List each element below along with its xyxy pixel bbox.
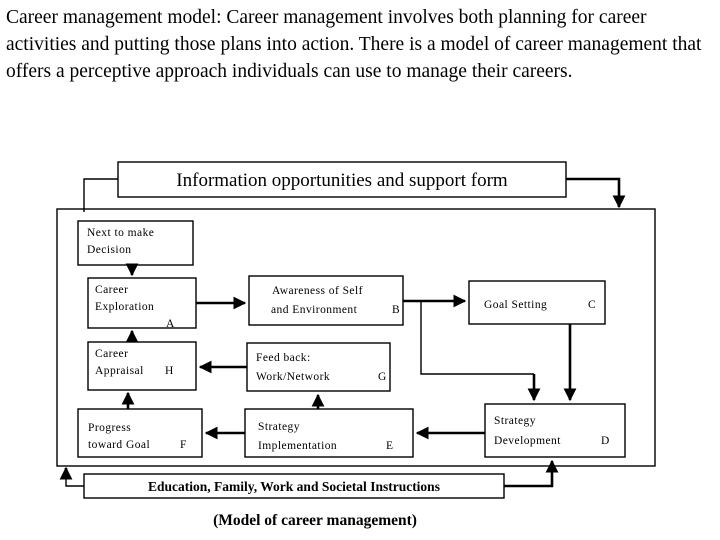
node-progress-tag: F <box>180 439 187 451</box>
node-strategy-dev-tag: D <box>601 435 610 447</box>
connector-header-left <box>83 178 118 212</box>
diagram-caption: (Model of career management) <box>213 512 417 529</box>
node-progress-toward-goal: Progress toward Goal F <box>77 408 203 458</box>
node-appraisal-line1: Career <box>95 348 128 360</box>
node-feedback-line1: Feed back: <box>256 352 311 364</box>
header-box: Information opportunities and support fo… <box>117 161 567 198</box>
page-root: Career management model: Career manageme… <box>0 0 720 540</box>
node-exploration-tag: A <box>166 318 175 330</box>
node-awareness-of-self: Awareness of Self and Environment B <box>248 275 404 326</box>
node-strategy-dev-line1: Strategy <box>494 415 536 427</box>
node-feedback: Feed back: Work/Network G <box>246 342 391 392</box>
footer-bar: Education, Family, Work and Societal Ins… <box>83 473 505 499</box>
node-strategy-impl-tag: E <box>386 440 393 452</box>
connector-footer-left-path <box>65 472 84 487</box>
node-feedback-tag: G <box>378 371 387 383</box>
node-strategy-impl-line1: Strategy <box>258 421 300 433</box>
node-exploration-line2: Exploration <box>95 301 154 313</box>
node-next-line1: Next to make <box>87 227 154 239</box>
node-progress-line1: Progress <box>88 422 131 434</box>
node-goal-setting-line1: Goal Setting <box>484 299 547 311</box>
node-strategy-impl-line2: Implementation <box>258 440 337 452</box>
node-strategy-dev-rect <box>484 403 626 458</box>
node-progress-line2: toward Goal <box>88 439 150 451</box>
node-awareness-tag: B <box>392 304 400 316</box>
node-goal-setting: Goal Setting C <box>468 280 606 325</box>
node-exploration-line1: Career <box>95 284 128 296</box>
node-appraisal-line2: Appraisal <box>95 365 144 377</box>
node-career-appraisal: Career Appraisal H <box>87 341 197 391</box>
node-strategy-implementation: Strategy Implementation E <box>244 408 414 458</box>
node-awareness-line1: Awareness of Self <box>272 285 363 297</box>
node-appraisal-tag: H <box>165 365 174 377</box>
header-box-label: Information opportunities and support fo… <box>176 170 508 191</box>
connector-footer-right-to-strategydev <box>504 459 559 488</box>
node-awareness-rect <box>248 275 404 326</box>
career-management-diagram: Information opportunities and support fo… <box>56 161 656 529</box>
node-feedback-rect <box>246 342 391 392</box>
node-awareness-line2: and Environment <box>271 304 358 316</box>
node-next-to-make-decision: Next to make Decision <box>77 220 194 266</box>
node-strategy-dev-line2: Development <box>494 435 561 447</box>
node-career-exploration: Career Exploration A <box>87 277 197 330</box>
node-goal-setting-tag: C <box>588 299 596 311</box>
connector-header-right <box>566 177 626 209</box>
node-strategy-development: Strategy Development D <box>484 403 626 458</box>
footer-bar-label: Education, Family, Work and Societal Ins… <box>148 479 440 494</box>
node-next-line2: Decision <box>87 244 131 256</box>
node-feedback-line2: Work/Network <box>256 371 330 383</box>
